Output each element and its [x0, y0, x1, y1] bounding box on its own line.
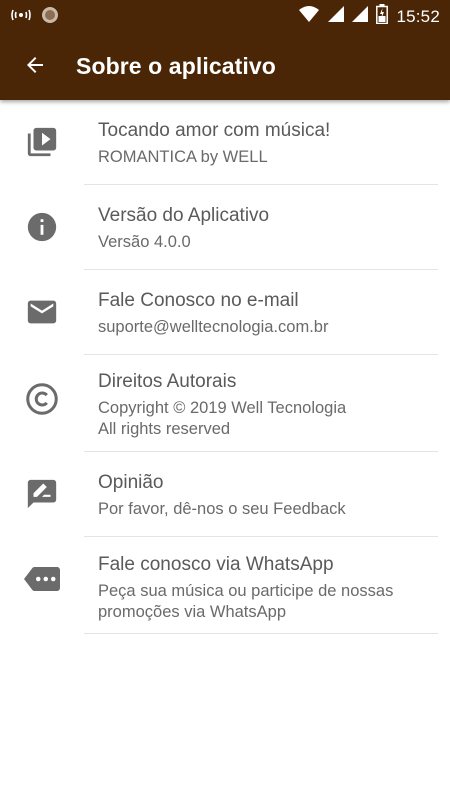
arrow-back-icon	[23, 53, 47, 82]
chat-bubble-more-icon	[24, 561, 60, 597]
item-subtitle: ROMANTICA by WELL	[98, 148, 268, 166]
about-list: Tocando amor com música! ROMANTICA by WE…	[0, 100, 450, 634]
email-icon	[24, 294, 60, 330]
list-item-copyright[interactable]: Direitos Autorais Copyright © 2019 Well …	[0, 355, 450, 452]
item-title: Versão do Aplicativo	[98, 205, 270, 226]
list-item-email[interactable]: Fale Conosco no e-mail suporte@welltecno…	[0, 270, 450, 355]
list-item-app-version[interactable]: Versão do Aplicativo Versão 4.0.0	[0, 185, 450, 270]
list-item-feedback[interactable]: Opinião Por favor, dê-nos o seu Feedback	[0, 452, 450, 537]
item-subtitle: suporte@welltecnologia.com.br	[98, 318, 329, 336]
list-item-whatsapp[interactable]: Fale conosco via WhatsApp Peça sua músic…	[0, 537, 450, 634]
item-subtitle: Por favor, dê-nos o seu Feedback	[98, 500, 346, 518]
divider	[84, 633, 438, 634]
status-bar: 15:52	[0, 0, 450, 32]
playlist-play-icon	[24, 124, 60, 160]
item-subtitle: Versão 4.0.0	[98, 233, 191, 251]
signal-icon	[352, 6, 369, 27]
radio-wave-icon	[10, 6, 32, 29]
item-title: Tocando amor com música!	[98, 120, 331, 141]
info-icon	[24, 209, 60, 245]
toolbar: Sobre o aplicativo	[0, 32, 450, 100]
signal-icon	[328, 6, 345, 27]
back-button[interactable]	[20, 52, 50, 82]
list-item-now-playing[interactable]: Tocando amor com música! ROMANTICA by WE…	[0, 100, 450, 185]
item-title: Opinião	[98, 472, 164, 493]
item-title: Direitos Autorais	[98, 371, 237, 392]
feedback-icon	[24, 476, 60, 512]
item-title: Fale conosco via WhatsApp	[98, 554, 334, 575]
battery-icon	[376, 4, 389, 29]
page-title: Sobre o aplicativo	[76, 53, 276, 79]
item-subtitle: Peça sua música ou participe de nossas p…	[98, 582, 394, 621]
wifi-icon	[298, 5, 320, 28]
copyright-icon	[24, 381, 60, 417]
item-subtitle: Copyright © 2019 Well Tecnologia All rig…	[98, 399, 347, 438]
app-bar: 15:52 Sobre o aplicativo	[0, 0, 450, 100]
item-title: Fale Conosco no e-mail	[98, 290, 299, 311]
sun-icon	[40, 5, 60, 30]
status-time: 15:52	[396, 6, 440, 26]
